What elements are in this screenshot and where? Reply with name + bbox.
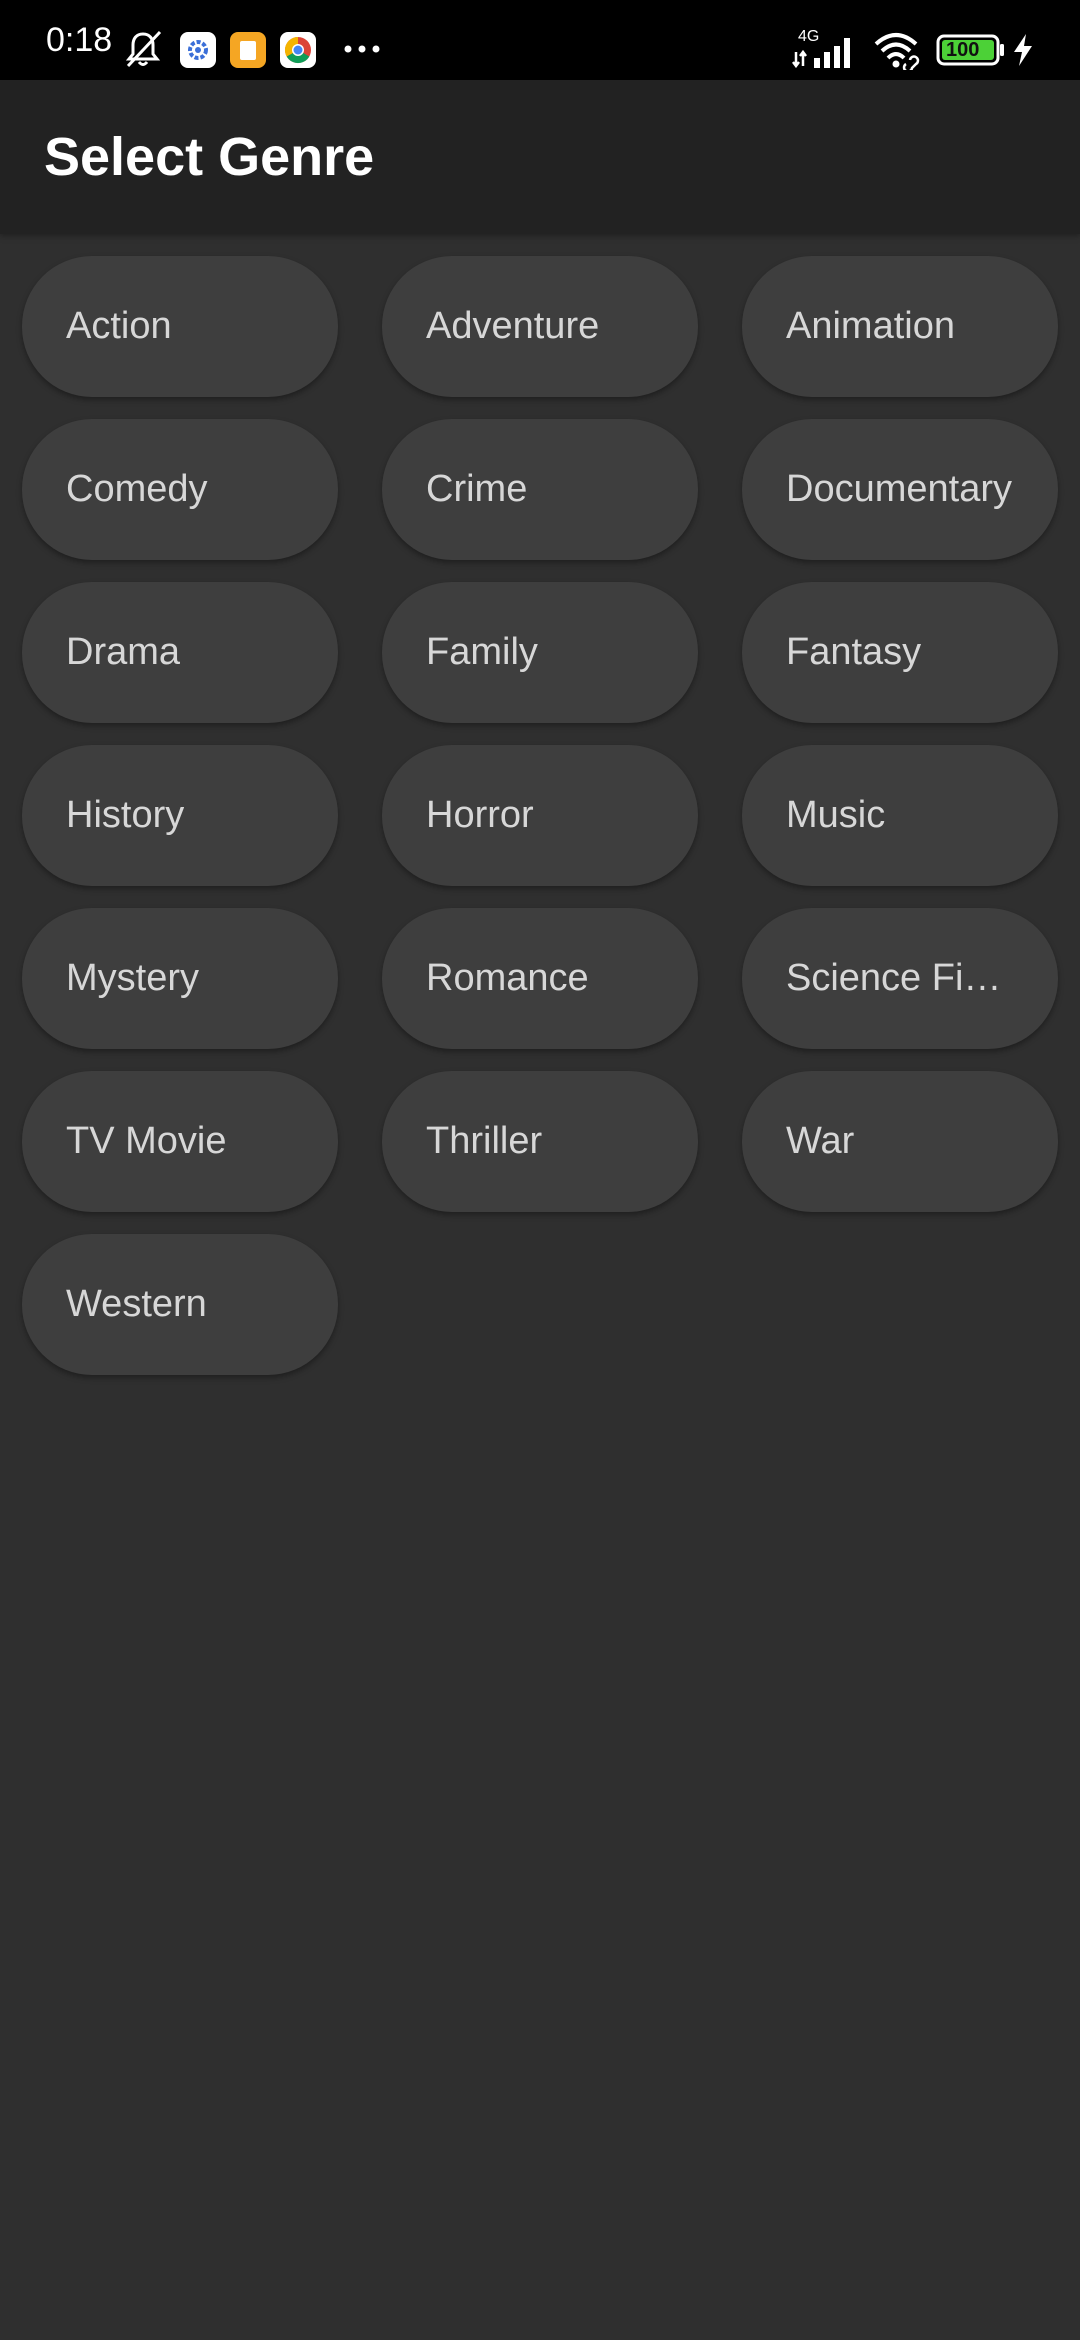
genre-chip-documentary[interactable]: Documentary <box>742 419 1058 560</box>
genre-label: Action <box>66 305 172 347</box>
genre-chip-tv-movie[interactable]: TV Movie <box>22 1071 338 1212</box>
genre-label: Fantasy <box>786 631 922 673</box>
signal-icon <box>792 38 850 68</box>
battery-level: 100 <box>946 39 980 61</box>
genre-label: Documentary <box>786 468 1012 510</box>
charging-icon <box>1014 34 1032 66</box>
genre-chip-science-fiction[interactable]: Science Fiction <box>742 908 1058 1049</box>
genre-label: Drama <box>66 631 181 673</box>
genre-label: Music <box>786 794 886 836</box>
notes-app-icon <box>230 32 266 68</box>
genre-label: Crime <box>426 468 528 510</box>
genre-chip-western[interactable]: Western <box>22 1234 338 1375</box>
genre-chip-music[interactable]: Music <box>742 745 1058 886</box>
status-bar: 0:18 4G 100 <box>0 0 1080 80</box>
genre-label: Science Fiction <box>786 957 1014 999</box>
page-title: Select Genre <box>44 127 375 187</box>
genre-grid: Action Adventure Animation Comedy Crime … <box>22 256 1058 1375</box>
genre-label: War <box>786 1120 855 1162</box>
genre-chip-mystery[interactable]: Mystery <box>22 908 338 1049</box>
mute-icon <box>125 30 162 68</box>
genre-chip-war[interactable]: War <box>742 1071 1058 1212</box>
genre-chip-romance[interactable]: Romance <box>382 908 698 1049</box>
wifi-icon <box>874 33 920 70</box>
status-time: 0:18 <box>46 21 113 59</box>
settings-app-icon <box>180 32 216 68</box>
genre-chip-comedy[interactable]: Comedy <box>22 419 338 560</box>
genre-label: History <box>66 794 185 836</box>
genre-label: Comedy <box>66 468 208 510</box>
genre-label: Romance <box>426 957 589 999</box>
genre-chip-crime[interactable]: Crime <box>382 419 698 560</box>
chrome-icon <box>280 32 316 68</box>
genre-label: Western <box>66 1283 207 1325</box>
more-dots-icon <box>344 45 380 53</box>
genre-label: Adventure <box>426 305 600 347</box>
genre-label: Horror <box>426 794 534 836</box>
genre-chip-family[interactable]: Family <box>382 582 698 723</box>
app-bar: Select Genre <box>0 80 1080 234</box>
genre-label: Family <box>426 631 538 673</box>
genre-chip-thriller[interactable]: Thriller <box>382 1071 698 1212</box>
genre-label: Animation <box>786 305 955 347</box>
genre-chip-drama[interactable]: Drama <box>22 582 338 723</box>
genre-chip-adventure[interactable]: Adventure <box>382 256 698 397</box>
genre-label: Mystery <box>66 957 199 999</box>
genre-chip-action[interactable]: Action <box>22 256 338 397</box>
genre-chip-animation[interactable]: Animation <box>742 256 1058 397</box>
genre-label: Thriller <box>426 1120 543 1162</box>
genre-label: TV Movie <box>66 1120 227 1162</box>
genre-chip-horror[interactable]: Horror <box>382 745 698 886</box>
genre-chip-fantasy[interactable]: Fantasy <box>742 582 1058 723</box>
genre-chip-history[interactable]: History <box>22 745 338 886</box>
